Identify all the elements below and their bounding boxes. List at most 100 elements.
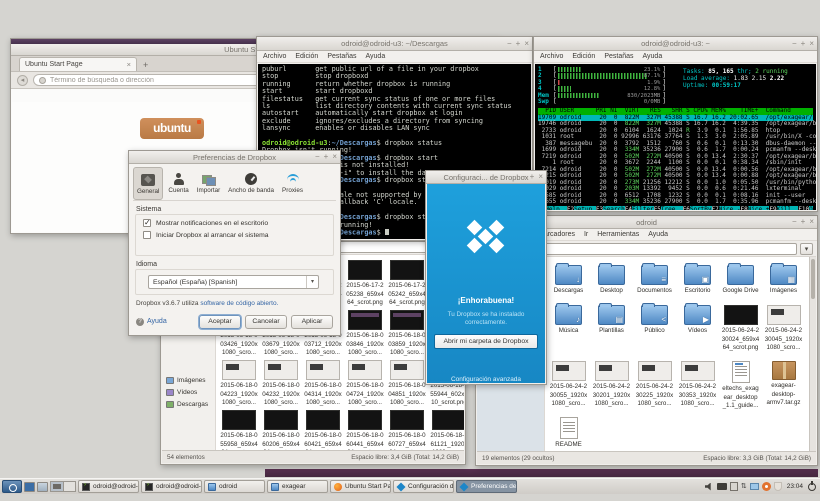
task-button-odroid-odroid-u-[interactable]: odroid@odroid-u... [78,480,139,493]
back-button[interactable]: ◂ [17,74,28,86]
file-item[interactable]: 2015-06-18-060727_659x464_scrot.png [386,410,428,450]
maximize-icon[interactable]: + [801,39,806,48]
minimize-icon[interactable]: − [792,218,797,226]
file-item[interactable]: Google Drive [719,263,762,296]
start-menu-button[interactable] [2,480,22,493]
dropbox-setup-dialog[interactable]: Configuraci... de Dropbox − + × ¡Enhorab… [425,170,547,385]
maximize-icon[interactable]: + [516,39,521,48]
file-item[interactable]: ♪ Música [547,303,590,353]
task-button-preferencias-de-d-[interactable]: Preferencias de D... [456,480,517,493]
close-icon[interactable]: × [332,153,337,161]
minimize-icon[interactable]: − [315,153,320,161]
close-icon[interactable]: × [809,218,814,226]
menu-ayuda[interactable]: Ayuda [366,53,386,60]
file-item[interactable]: 2015-06-18-0 04223_1920x 1080_scro... [218,360,260,408]
file-manager-launcher-icon[interactable] [24,481,35,492]
file-item[interactable]: ≡ Documentos [633,263,676,296]
term1-titlebar[interactable]: odroid@odroid-u3: ~/Descargas − + × [257,37,532,51]
sidebar-item-vi-deos[interactable]: Vídeos [166,389,197,396]
term2-titlebar[interactable]: odroid@odroid-u3: ~ − + × [534,37,817,51]
file-item[interactable]: README [547,417,590,450]
chevron-down-icon[interactable]: ▾ [800,242,813,255]
new-tab-button[interactable]: + [143,59,148,71]
file-item[interactable]: 2015-06-24-2 30201_1920x 1080_scro... [590,361,633,411]
file-item[interactable]: exagear-desktop-armv7.tar.gz [762,361,805,411]
show-desktop-icon[interactable] [37,481,48,492]
file-item[interactable]: 2015-06-17-2 05238_659x4 64_scrot.png [344,260,386,308]
clipboard-icon[interactable] [729,482,738,491]
sidebar-item-descargas[interactable]: Descargas [166,401,208,408]
file-item[interactable]: 2015-06-18-0 04232_1920x 1080_scro... [260,360,302,408]
task-button-odroid-odroid-u-[interactable]: odroid@odroid-u... [141,480,202,493]
file-item[interactable]: ↓ Descargas [547,263,590,296]
aplicar-button[interactable]: Aplicar [291,314,333,329]
checkbox-iniciar[interactable]: Iniciar Dropbox al arrancar el sistema [143,231,333,239]
file-item[interactable]: 2015-06-24-2 30024_659x4 64_scrot.png [719,305,762,353]
display-icon[interactable] [749,483,759,490]
file-item[interactable]: Desktop [590,263,633,296]
sidebar-item-ima-genes[interactable]: Imágenes [166,377,206,384]
help-link[interactable]: Ayuda [147,318,167,325]
htop-process-list[interactable]: 19709 odroid 20 0 822M 327M 45388 S 16.7… [538,114,816,206]
file-item[interactable]: 2015-06-18-0 04724_1920x 1080_scro... [344,360,386,408]
fkey-nice-[interactable]: Nice - [718,205,741,210]
workspace-1[interactable] [51,482,63,491]
menu-ayuda[interactable]: Ayuda [643,53,663,60]
close-icon[interactable]: × [538,173,543,181]
menu-edicio-n[interactable]: Edición [295,53,318,60]
file-item[interactable]: ▤ Plantillas [590,303,633,353]
menu-pestan-as[interactable]: Pestañas [604,53,633,60]
shield-icon[interactable] [773,482,782,491]
terminal-htop-window[interactable]: odroid@odroid-u3: ~ − + × Archivo Edición… [533,36,818,212]
htop-output[interactable]: 1[23.1%] 2[87.1%] 3[1.9%] 4[12.8%] Mem[830/2… [535,64,816,210]
task-button-ubuntu-start-pag-[interactable]: Ubuntu Start Pag... [330,480,391,493]
cancelar-button[interactable]: Cancelar [245,314,287,329]
tab-importar[interactable]: Importar [194,167,223,200]
tab-general[interactable]: General [133,167,164,200]
file-item[interactable]: 2015-06-18-060441_659x464_scrot.png [344,410,386,450]
close-icon[interactable]: × [809,39,814,48]
workspace-pager[interactable] [50,481,76,492]
prefs-titlebar[interactable]: Preferencias de Dropbox − + × [129,151,340,164]
fm2-scrollbar[interactable] [809,257,816,451]
language-select[interactable]: Español (España) [Spanish] ▾ [148,275,319,289]
menu-pestan-as[interactable]: Pestañas [327,53,356,60]
fkey-quit[interactable]: Quit [809,205,813,210]
dropbox-sync-icon[interactable] [761,482,771,491]
maximize-icon[interactable]: + [801,218,806,226]
maximize-icon[interactable]: + [530,173,535,181]
minimize-icon[interactable]: − [507,39,512,48]
maximize-icon[interactable]: + [324,153,329,161]
file-item[interactable]: 2015-06-24-2 30045_1920x 1080_scro... [762,305,805,353]
fkey-nice-[interactable]: Nice + [747,205,770,210]
file-item[interactable]: 2015-06-18-055958_659x464_scrot.png [218,410,260,450]
htop-function-keys[interactable]: F1Help F2Setup F3SearchF4FilterF5Tree F6… [538,205,813,210]
tab-ancho-de-banda[interactable]: Ancho de banda [225,167,277,200]
menu-herramientas[interactable]: Herramientas [597,231,639,238]
open-dropbox-folder-button[interactable]: Abrir mi carpeta de Dropbox [434,334,538,349]
fkey-tree[interactable]: Tree [660,205,683,210]
file-item[interactable]: ▣ Escritorio [676,263,719,296]
workspace-2[interactable] [62,482,75,491]
file-item[interactable]: ▦ Imágenes [762,263,805,296]
fkey-filter[interactable]: Filter [632,205,654,210]
tab-proxies[interactable]: Proxies [279,167,306,200]
fkey-sortby[interactable]: SortBy [689,205,712,210]
open-source-link[interactable]: software de código abierto. [200,300,278,307]
aceptar-button[interactable]: Aceptar [199,314,241,329]
file-item[interactable]: 2015-06-18-0 03859_1920x 1080_scro... [386,310,428,358]
file-item[interactable]: 2015-06-18-061121_1920x1080_scro... [428,410,464,450]
file-item[interactable]: 2015-06-24-2 30055_1920x 1080_scro... [547,361,590,411]
file-item[interactable]: 2015-06-18-0 04314_1920x 1080_scro... [302,360,344,408]
file-item[interactable]: ▶ Vídeos [676,303,719,353]
advanced-settings-link[interactable]: Configuración avanzada [427,376,545,383]
menu-archivo[interactable]: Archivo [540,53,563,60]
tab-close-icon[interactable]: × [127,60,131,69]
file-item[interactable]: 2015-06-18-0 04851_1920x 1080_scro... [386,360,428,408]
file-item[interactable]: 2015-06-24-2 30353_1920x 1080_scro... [676,361,719,411]
file-item[interactable]: 2015-06-18-0 03846_1920x 1080_scro... [344,310,386,358]
fkey-setup[interactable]: Setup [574,205,596,210]
fkey-search[interactable]: Search [603,205,625,210]
file-item[interactable]: 2015-06-18-060206_659x464_scrot.png [260,410,302,450]
menu-edicio-n[interactable]: Edición [572,53,595,60]
